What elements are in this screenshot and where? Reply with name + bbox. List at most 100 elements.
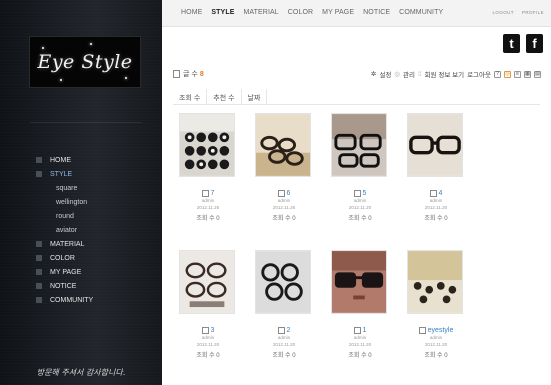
views-count: 0 bbox=[292, 216, 296, 222]
post-number[interactable]: eyestyle bbox=[428, 327, 454, 334]
sidebar-item-home[interactable]: HOME bbox=[36, 153, 93, 167]
bullet-icon bbox=[36, 283, 42, 289]
sidebar-item-label: MATERIAL bbox=[50, 240, 85, 248]
post-meta: 3 admin 2012.11.20 조회 수 0 bbox=[173, 325, 243, 359]
top-nav-my-page[interactable]: MY PAGE bbox=[322, 9, 354, 16]
top-nav-home[interactable]: HOME bbox=[181, 9, 202, 16]
sidebar-subitem-square[interactable]: square bbox=[36, 181, 93, 195]
sidebar: Eye Style HOME STYLE square wellington r… bbox=[0, 0, 162, 385]
post-thumbnail[interactable] bbox=[255, 250, 311, 314]
post-views: 조회 수 0 bbox=[173, 213, 243, 222]
post-thumbnail[interactable] bbox=[331, 113, 387, 177]
black-frames-side-photo bbox=[332, 114, 386, 176]
post-checkbox[interactable] bbox=[418, 326, 426, 334]
post-meta: 7 admin 2012.11.26 조회 수 0 bbox=[173, 188, 243, 222]
sidebar-item-label: MY PAGE bbox=[50, 268, 82, 276]
logout-link[interactable]: LOGOUT bbox=[493, 10, 514, 15]
logout-button[interactable]: 로그아웃 bbox=[467, 69, 491, 79]
post-thumbnail[interactable] bbox=[179, 250, 235, 314]
site-logo[interactable]: Eye Style bbox=[29, 36, 141, 88]
top-nav-community[interactable]: COMMUNITY bbox=[399, 9, 443, 16]
sidebar-item-style[interactable]: STYLE bbox=[36, 167, 93, 181]
document-icon bbox=[173, 70, 180, 78]
face-closeup-photo bbox=[332, 251, 386, 313]
post-number[interactable]: 7 bbox=[211, 190, 215, 197]
post-thumbnail[interactable] bbox=[179, 113, 235, 177]
post-thumbnail[interactable] bbox=[407, 113, 463, 177]
rss-icon[interactable]: ◎ bbox=[504, 70, 511, 78]
sidebar-subitem-round[interactable]: round bbox=[36, 209, 93, 223]
top-nav-notice[interactable]: NOTICE bbox=[363, 9, 390, 16]
sidebar-subitem-aviator[interactable]: aviator bbox=[36, 223, 93, 237]
sidebar-item-community[interactable]: COMMUNITY bbox=[36, 293, 93, 307]
settings-link[interactable]: 설정 bbox=[379, 69, 391, 79]
post-number-row: eyestyle bbox=[401, 325, 471, 335]
glasses-pile-photo bbox=[256, 114, 310, 176]
sort-by-views[interactable]: 조회 수 bbox=[173, 89, 208, 104]
account-links: LOGOUT PROFILE bbox=[493, 10, 544, 15]
post-checkbox[interactable] bbox=[353, 326, 361, 334]
post-checkbox[interactable] bbox=[201, 189, 209, 197]
gear-icon: ✲ bbox=[370, 71, 377, 78]
logo-sparkle bbox=[60, 79, 62, 81]
post-thumbnail[interactable] bbox=[331, 250, 387, 314]
page: Eye Style HOME STYLE square wellington r… bbox=[0, 0, 551, 385]
admin-link[interactable]: 관리 bbox=[403, 69, 415, 79]
sidebar-item-label: round bbox=[56, 212, 74, 220]
views-count: 0 bbox=[368, 216, 372, 222]
profile-link[interactable]: PROFILE bbox=[522, 10, 544, 15]
views-label: 조회 수 bbox=[196, 216, 215, 222]
post-checkbox[interactable] bbox=[277, 326, 285, 334]
bullet-icon bbox=[36, 157, 42, 163]
sidebar-item-notice[interactable]: NOTICE bbox=[36, 279, 93, 293]
post-checkbox[interactable] bbox=[277, 189, 285, 197]
post-number[interactable]: 2 bbox=[287, 327, 291, 334]
member-info-link[interactable]: 회원 정보 보기 bbox=[425, 69, 465, 79]
logo-text: Eye Style bbox=[37, 51, 133, 73]
views-count: 0 bbox=[444, 353, 448, 359]
post-number[interactable]: 4 bbox=[439, 190, 443, 197]
post-views: 조회 수 0 bbox=[249, 350, 319, 359]
post-number-row: 4 bbox=[401, 188, 471, 198]
post-number[interactable]: 6 bbox=[287, 190, 291, 197]
post-thumbnail[interactable] bbox=[407, 250, 463, 314]
grid-view-icon[interactable]: ▦ bbox=[524, 70, 531, 78]
post-checkbox[interactable] bbox=[201, 326, 209, 334]
top-nav-style[interactable]: STYLE bbox=[211, 9, 234, 16]
sort-by-date[interactable]: 날짜 bbox=[242, 89, 268, 104]
black-frames-front-photo bbox=[408, 114, 462, 176]
help-icon[interactable]: ? bbox=[494, 70, 501, 78]
sidebar-subitem-wellington[interactable]: wellington bbox=[36, 195, 93, 209]
post-number[interactable]: 5 bbox=[363, 190, 367, 197]
sidebar-item-label: COMMUNITY bbox=[50, 296, 94, 304]
sidebar-item-material[interactable]: MATERIAL bbox=[36, 237, 93, 251]
sidebar-item-color[interactable]: COLOR bbox=[36, 251, 93, 265]
post-meta: 1 admin 2012.11.20 조회 수 0 bbox=[325, 325, 395, 359]
views-count: 0 bbox=[216, 353, 220, 359]
post-number[interactable]: 1 bbox=[363, 327, 367, 334]
views-label: 조회 수 bbox=[348, 353, 367, 359]
member-icon: ⁞⁞ bbox=[417, 70, 422, 78]
twitter-icon[interactable]: t bbox=[503, 34, 520, 53]
post-checkbox[interactable] bbox=[429, 189, 437, 197]
thumb-view-icon[interactable]: ▤ bbox=[534, 70, 541, 78]
post-number[interactable]: 3 bbox=[211, 327, 215, 334]
post-meta: eyestyle admin 2012.11.20 조회 수 0 bbox=[401, 325, 471, 359]
sidebar-item-my-page[interactable]: MY PAGE bbox=[36, 265, 93, 279]
post-meta: 5 admin 2012.11.20 조회 수 0 bbox=[325, 188, 395, 222]
list-view-icon[interactable]: ≡ bbox=[514, 70, 521, 78]
views-label: 조회 수 bbox=[196, 353, 215, 359]
post-thumbnail[interactable] bbox=[255, 113, 311, 177]
post-number-row: 6 bbox=[249, 188, 319, 198]
top-nav-bar: HOME STYLE MATERIAL COLOR MY PAGE NOTICE… bbox=[162, 0, 551, 27]
views-count: 0 bbox=[368, 353, 372, 359]
facebook-icon[interactable]: f bbox=[526, 34, 543, 53]
top-nav-color[interactable]: COLOR bbox=[288, 9, 313, 16]
post-views: 조회 수 0 bbox=[325, 213, 395, 222]
views-label: 조회 수 bbox=[348, 216, 367, 222]
post-number-row: 1 bbox=[325, 325, 395, 335]
post-checkbox[interactable] bbox=[353, 189, 361, 197]
sort-by-votes[interactable]: 추천 수 bbox=[207, 89, 242, 104]
post-date: 2012.11.26 bbox=[272, 204, 296, 210]
top-nav-material[interactable]: MATERIAL bbox=[243, 9, 278, 16]
